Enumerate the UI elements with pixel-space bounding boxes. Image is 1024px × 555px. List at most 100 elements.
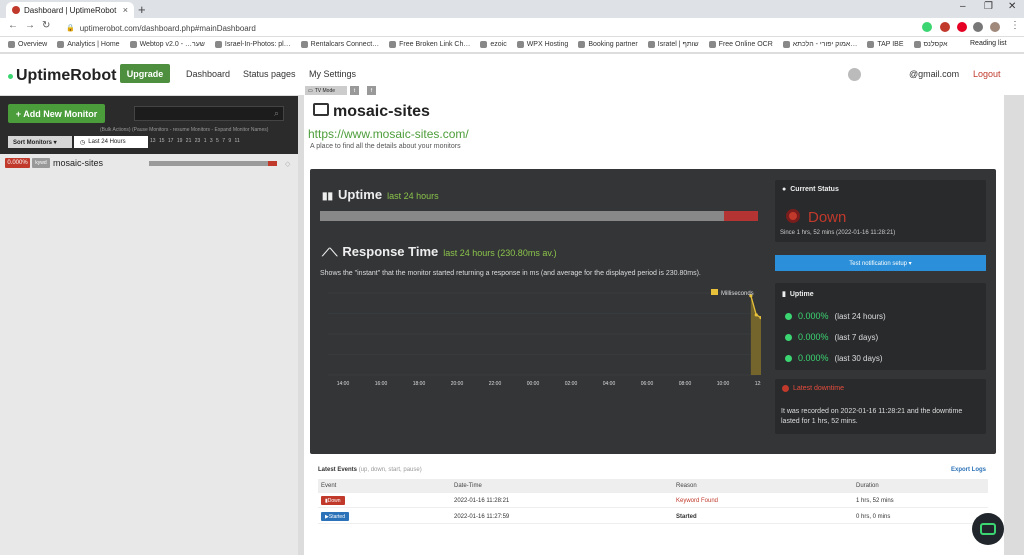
event-label: Started	[328, 513, 345, 520]
bookmark-label: Webtop v2.0 - …שער	[139, 41, 205, 48]
downtime-segment	[268, 161, 277, 166]
series-area	[750, 295, 761, 375]
last-24-label: Last 24 Hours	[88, 139, 126, 145]
monitor-description: A place to find all the details about yo…	[310, 143, 461, 150]
column-header: Event	[321, 483, 337, 489]
bookmark-item[interactable]: Webtop v2.0 - …שער	[129, 41, 205, 48]
bookmark-item[interactable]: Analytics | Home	[57, 41, 120, 48]
upgrade-button[interactable]: Upgrade	[120, 64, 170, 83]
back-icon[interactable]: ←	[8, 20, 18, 31]
bookmark-item[interactable]: Rentalcars Connect…	[300, 41, 379, 48]
new-tab-icon[interactable]: +	[138, 2, 146, 17]
bookmark-icon	[8, 41, 15, 48]
uptime-bar	[320, 211, 758, 221]
export-logs-link[interactable]: Export Logs	[951, 467, 986, 473]
bookmark-item[interactable]: Overview	[8, 41, 47, 48]
bookmark-icon	[389, 41, 397, 48]
close-tab-icon[interactable]: ×	[123, 5, 128, 15]
bar-chart-icon: ▮	[782, 291, 786, 298]
hour-ticks: 13 15 17 19 21 23 1 3 5 7 9 11	[150, 138, 240, 144]
event-duration: 0 hrs, 0 mins	[856, 514, 891, 520]
data-point[interactable]	[754, 313, 758, 317]
reload-icon[interactable]: ↻	[42, 20, 50, 31]
table-row: ▮ Down 2022-01-16 11:28:21 Keyword Found…	[318, 494, 988, 508]
column-header: Reason	[676, 483, 697, 489]
bookmark-icon	[578, 41, 586, 48]
facebook-icon[interactable]: f	[367, 86, 376, 95]
maximize-icon[interactable]: ❐	[984, 1, 993, 12]
bookmark-item[interactable]: אמוק יפורי - הלכתא…	[782, 41, 857, 48]
events-filter[interactable]: (up, down, start, pause)	[359, 467, 422, 473]
bookmark-item[interactable]: TAP IBE	[867, 41, 904, 48]
uptime-row: 0.000% (last 30 days)	[785, 353, 883, 363]
nav-status-pages[interactable]: Status pages	[243, 69, 296, 79]
uptime-section-title: ▮▮ Uptime last 24 hours	[322, 187, 439, 202]
started-event-badge: ▶ Started	[321, 512, 349, 521]
bookmarks-bar: Overview Analytics | Home Webtop v2.0 - …ש…	[0, 37, 1024, 53]
bookmark-label: ezoic	[490, 41, 507, 48]
uptime-period: (last 30 days)	[834, 353, 883, 363]
bar-chart-icon: ▮▮	[322, 191, 334, 202]
bookmark-item[interactable]: ezoic	[480, 41, 507, 48]
uptime-down-segment	[724, 211, 758, 221]
favicon-icon	[12, 6, 20, 14]
column-header: Date-Time	[454, 483, 482, 489]
reading-list[interactable]: Reading list	[970, 40, 1007, 47]
sort-monitors-button[interactable]: Sort Monitors ▾	[8, 136, 72, 148]
forward-icon[interactable]: →	[25, 20, 35, 31]
monitor-url[interactable]: https://www.mosaic-sites.com/	[308, 127, 469, 141]
bookmark-item[interactable]: אקסלנס	[913, 41, 948, 48]
add-monitor-button[interactable]: + Add New Monitor	[8, 104, 105, 123]
browser-tab[interactable]: Dashboard | UptimeRobot ×	[6, 2, 134, 18]
bookmark-item[interactable]: WPX Hosting	[516, 41, 569, 48]
bookmark-item[interactable]: Isratel | שותף	[647, 41, 699, 48]
monitor-uptime-badge: 0.000%	[5, 158, 30, 168]
x-tick-label: 10:00	[717, 381, 730, 387]
address-bar[interactable]: 🔒 uptimerobot.com/dashboard.php#mainDash…	[66, 21, 906, 35]
bulk-actions-links[interactable]: (Bulk Actions) (Pause Monitors - resume …	[100, 127, 268, 133]
nav-my-settings[interactable]: My Settings	[309, 69, 356, 79]
close-window-icon[interactable]: ✕	[1008, 1, 1016, 12]
bookmark-label: Free Broken Link Ch…	[399, 41, 471, 48]
avatar[interactable]	[848, 68, 861, 81]
uptime-title: Uptime	[338, 187, 383, 202]
twitter-icon[interactable]: t	[350, 86, 359, 95]
event-reason[interactable]: Keyword Found	[676, 498, 718, 504]
monitor-settings-icon[interactable]: ◇	[285, 160, 290, 168]
x-tick-label: 18:00	[413, 381, 426, 387]
bookmark-item[interactable]: Free Broken Link Ch…	[389, 41, 470, 48]
bookmark-item[interactable]: Booking partner	[578, 41, 638, 48]
bookmark-item[interactable]: Free Online OCR	[708, 41, 773, 48]
uptime-value: 0.000%	[798, 311, 829, 321]
uptime-row: 0.000% (last 7 days)	[785, 332, 878, 342]
status-dot-icon	[785, 333, 792, 341]
puzzle-icon[interactable]	[973, 22, 983, 32]
x-tick-label: 08:00	[679, 381, 692, 387]
minimize-icon[interactable]: –	[960, 1, 966, 12]
pinterest-icon[interactable]	[957, 22, 967, 32]
logout-link[interactable]: Logout	[973, 69, 1001, 79]
tv-mode-button[interactable]: ▭ TV Mode	[305, 86, 347, 95]
uptime-summary-title: ▮ Uptime	[782, 290, 814, 299]
test-notification-button[interactable]: Test notification setup ▾	[775, 255, 986, 271]
event-reason: Started	[676, 514, 697, 520]
nav-dashboard[interactable]: Dashboard	[186, 69, 230, 79]
chat-button[interactable]	[972, 513, 1004, 545]
bookmark-label: Overview	[18, 41, 48, 48]
logo[interactable]: UptimeRobot	[8, 67, 116, 85]
bookmark-item[interactable]: Israel-In-Photos: pl…	[214, 41, 291, 48]
bookmark-label: Isratel | שותף	[657, 41, 699, 48]
legend-label: Milliseconds	[721, 291, 754, 297]
search-input[interactable]: ⌕	[134, 106, 284, 121]
alert-icon	[782, 385, 789, 392]
profile-icon[interactable]	[990, 22, 1000, 32]
monitor-name[interactable]: mosaic-sites	[53, 158, 103, 168]
menu-icon[interactable]: ⋮	[1010, 20, 1020, 31]
bookmark-label: WPX Hosting	[526, 41, 569, 48]
downtime-info: It was recorded on 2022-01-16 11:28:21 a…	[781, 408, 963, 425]
last-24-hours-tab[interactable]: ◷ Last 24 Hours	[74, 136, 148, 148]
extension-icon[interactable]	[940, 22, 950, 32]
bookmark-label: אקסלנס	[923, 41, 948, 48]
extension-icon[interactable]	[922, 22, 932, 32]
url-text: uptimerobot.com/dashboard.php#mainDashbo…	[79, 23, 256, 33]
